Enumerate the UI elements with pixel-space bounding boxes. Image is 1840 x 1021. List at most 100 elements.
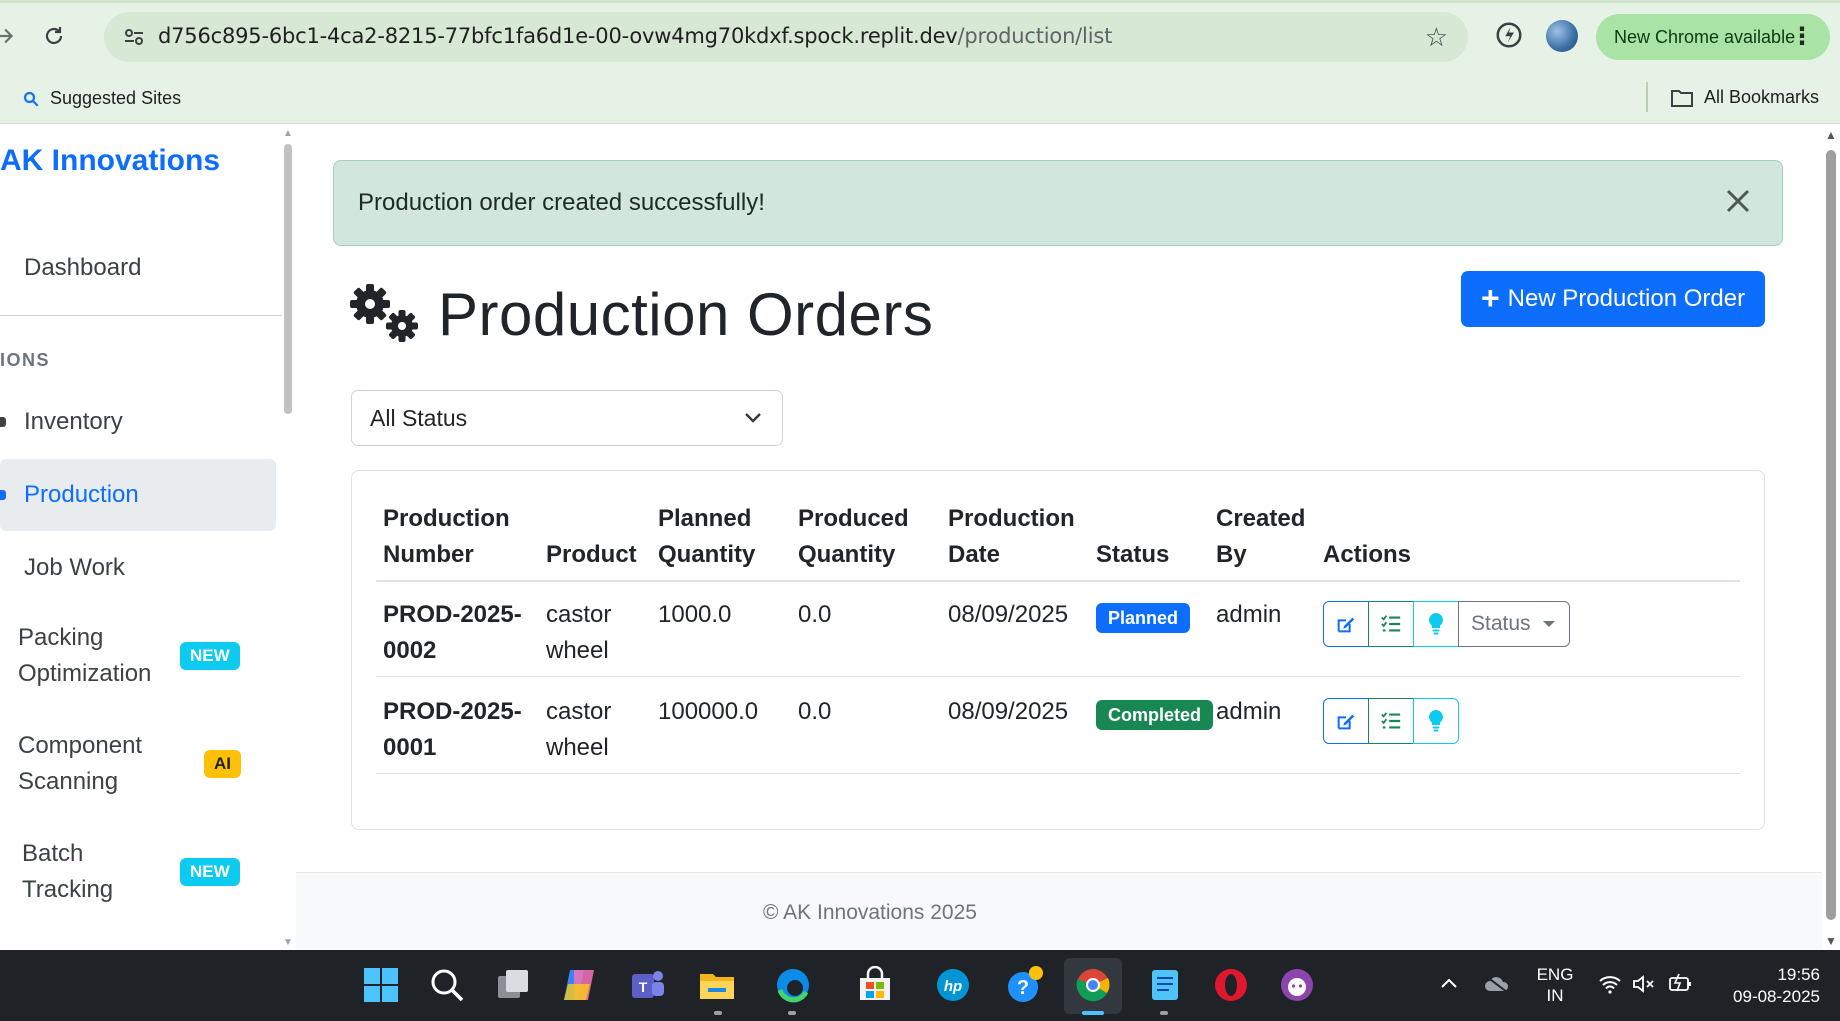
close-icon[interactable] [1720, 183, 1756, 219]
header-line: Number [383, 541, 474, 568]
notepad-icon[interactable] [1146, 966, 1184, 1004]
sidebar-item-production[interactable]: Production [0, 459, 276, 531]
checklist-icon [1381, 615, 1401, 632]
url-text[interactable]: d756c895-6bc1-4ca2-8215-77bfc1fa6d1e-00-… [158, 24, 1112, 48]
sidebar-item-label-line1: Batch [22, 840, 84, 867]
cell-produced-quantity: 0.0 [798, 698, 832, 725]
profile-avatar[interactable] [1546, 20, 1578, 52]
main-content: Production order created successfully! P… [296, 124, 1822, 950]
sidebar-scroll-thumb[interactable] [284, 144, 292, 414]
bookmark-suggested-sites[interactable]: Suggested Sites [22, 88, 181, 109]
search-icon[interactable] [428, 966, 466, 1004]
chrome-icon[interactable] [1074, 966, 1112, 1004]
scroll-up-icon[interactable]: ▲ [283, 128, 293, 139]
column-header-status: Status [1096, 541, 1170, 568]
status-dropdown-button[interactable]: Status [1458, 601, 1570, 647]
new-production-order-button[interactable]: + New Production Order [1461, 271, 1765, 327]
opera-icon[interactable] [1212, 966, 1250, 1004]
column-header-planned-quantity: Planned Quantity [658, 501, 755, 573]
task-view-icon[interactable] [494, 966, 532, 1004]
column-header-production-date: Production Date [948, 501, 1075, 573]
new-chrome-label: New Chrome available [1614, 26, 1796, 47]
svg-text:?: ? [1017, 977, 1029, 999]
all-bookmarks-button[interactable]: All Bookmarks [1670, 87, 1819, 108]
running-indicator [1160, 1011, 1168, 1015]
windows-start-icon[interactable] [362, 966, 400, 1004]
clock[interactable]: 19:56 09-08-2025 [1716, 964, 1820, 1008]
sidebar-item-label-line1: Component [18, 732, 143, 759]
row-actions: Status [1323, 601, 1570, 647]
insights-button[interactable] [1413, 698, 1459, 744]
production-orders-card: Production Number Product Planned Quanti… [351, 470, 1765, 830]
scroll-up-icon[interactable]: ▲ [1825, 128, 1837, 142]
header-line: Quantity [658, 541, 756, 568]
wifi-icon[interactable] [1598, 974, 1622, 994]
view-details-button[interactable] [1368, 698, 1414, 744]
volume-muted-icon[interactable] [1632, 974, 1656, 994]
url-host: d756c895-6bc1-4ca2-8215-77bfc1fa6d1e-00-… [158, 24, 958, 48]
reload-icon[interactable] [36, 18, 72, 54]
get-help-icon[interactable]: ? [1006, 966, 1044, 1004]
edit-button[interactable] [1323, 698, 1369, 744]
sidebar-item-batch-tracking[interactable]: Batch Tracking NEW [0, 836, 276, 908]
battery-icon[interactable] [1668, 972, 1694, 994]
site-settings-icon[interactable] [122, 25, 146, 49]
folder-icon [1671, 89, 1693, 107]
sidebar-item-job-work[interactable]: Job Work [0, 550, 276, 586]
onedrive-icon[interactable] [1484, 974, 1510, 994]
microsoft-store-icon[interactable] [856, 966, 894, 1004]
page-scroll-thumb[interactable] [1826, 150, 1836, 920]
status-filter-select[interactable]: All Status [351, 390, 783, 446]
sidebar-item-inventory[interactable]: Inventory [0, 404, 276, 440]
sidebar-item-label-line2: Scanning [18, 768, 119, 795]
sidebar-item-packing-optimization[interactable]: Packing Optimization NEW [0, 620, 276, 692]
column-header-product: Product [546, 541, 637, 568]
browser-menu-icon[interactable]: ⋮ [1790, 22, 1814, 51]
edit-icon [1337, 617, 1355, 633]
cell-planned-quantity: 1000.0 [658, 601, 732, 628]
status-badge: Planned [1096, 603, 1191, 633]
cell-line: 0002 [383, 637, 437, 664]
cell-production-number[interactable]: PROD-2025- 0001 [383, 694, 522, 766]
chevron-up-icon[interactable] [1440, 976, 1458, 990]
sidebar-scrollbar[interactable]: ▲ ▼ [282, 124, 296, 950]
sidebar: AK Innovations Dashboard IONS Inventory … [0, 124, 296, 950]
scroll-down-icon[interactable]: ▼ [283, 937, 293, 948]
edge-icon[interactable] [774, 966, 812, 1004]
copilot-icon[interactable] [560, 966, 598, 1004]
view-details-button[interactable] [1368, 601, 1414, 647]
scroll-down-icon[interactable]: ▼ [1825, 934, 1837, 948]
new-chrome-button[interactable]: New Chrome available ⋮ [1596, 14, 1830, 60]
bookmark-star-icon[interactable]: ☆ [1425, 22, 1448, 53]
header-line: Production [383, 505, 510, 532]
language-indicator[interactable]: ENG IN [1536, 964, 1574, 1006]
hp-icon[interactable]: hp [934, 966, 972, 1004]
cell-production-number[interactable]: PROD-2025- 0002 [383, 597, 522, 669]
bookmark-suggested-label: Suggested Sites [50, 88, 182, 108]
cell-line: wheel [546, 637, 609, 664]
cell-line: wheel [546, 734, 609, 761]
insights-button[interactable] [1413, 601, 1459, 647]
cell-line: PROD-2025- [383, 601, 522, 628]
cell-product: castor wheel [546, 597, 611, 669]
sidebar-item-component-scanning[interactable]: Component Scanning AI [0, 728, 276, 800]
address-bar[interactable]: d756c895-6bc1-4ca2-8215-77bfc1fa6d1e-00-… [104, 12, 1468, 62]
cell-planned-quantity: 100000.0 [658, 698, 759, 725]
performance-icon[interactable] [1494, 20, 1524, 50]
lightbulb-icon [1429, 710, 1443, 732]
sidebar-item-dashboard[interactable]: Dashboard [0, 250, 276, 286]
teams-icon[interactable]: T [628, 966, 666, 1004]
file-explorer-icon[interactable] [698, 966, 736, 1004]
cell-production-date: 08/09/2025 [948, 601, 1069, 628]
page-scrollbar[interactable]: ▲ ▼ [1822, 124, 1840, 950]
svg-text:T: T [639, 979, 648, 995]
alert-message: Production order created successfully! [358, 189, 765, 216]
header-line: Created [1216, 505, 1306, 532]
nav-icon [0, 417, 6, 427]
edit-button[interactable] [1323, 601, 1369, 647]
brand-logo[interactable]: AK Innovations [0, 144, 220, 178]
nav-icon [0, 490, 6, 500]
github-desktop-icon[interactable] [1278, 966, 1316, 1004]
forward-icon[interactable] [0, 18, 22, 54]
sidebar-item-label: Dashboard [24, 254, 142, 281]
